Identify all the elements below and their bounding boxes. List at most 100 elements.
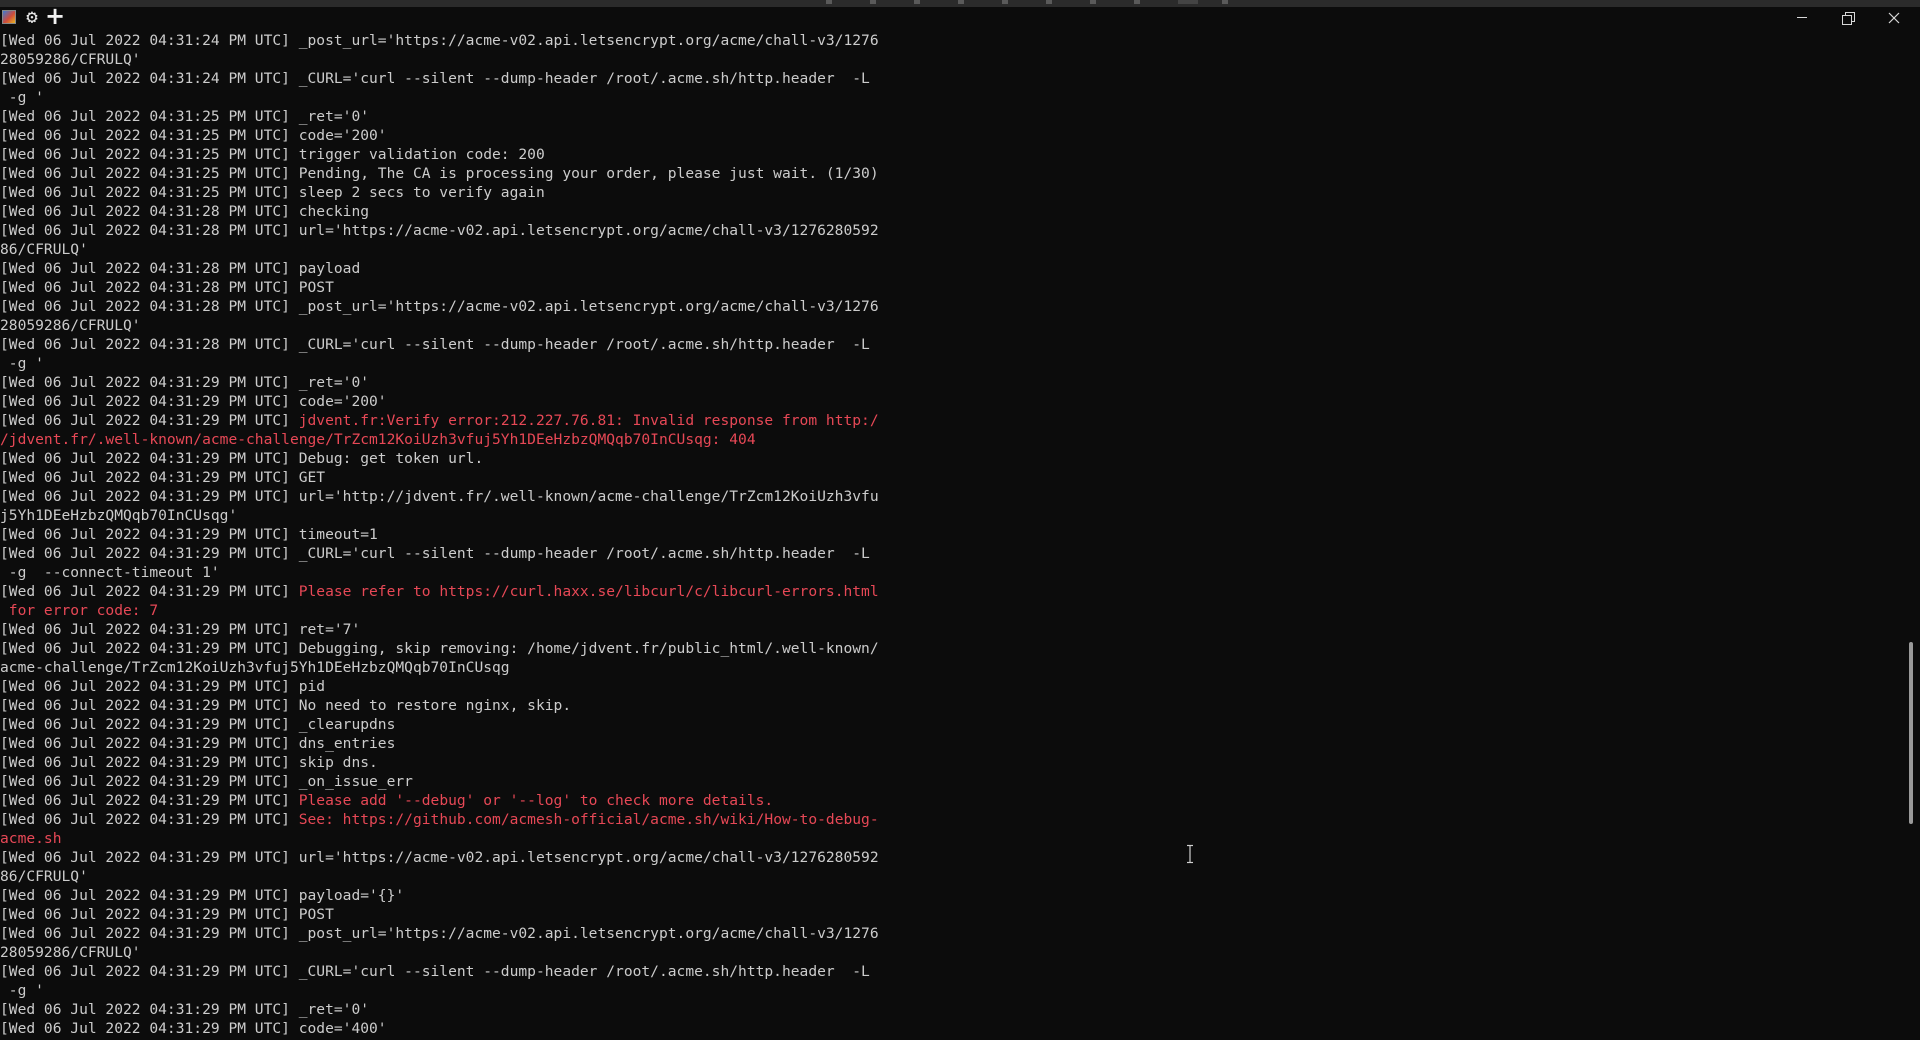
close-icon	[1888, 12, 1900, 24]
log-text: [Wed 06 Jul 2022 04:31:29 PM UTC] _on_is…	[0, 773, 413, 790]
terminal-line: 28059286/CFRULQ'	[0, 943, 1900, 962]
log-text: [Wed 06 Jul 2022 04:31:29 PM UTC] POST	[0, 906, 334, 923]
log-text: [Wed 06 Jul 2022 04:31:29 PM UTC] code='…	[0, 1020, 387, 1037]
terminal-line: [Wed 06 Jul 2022 04:31:25 PM UTC] Pendin…	[0, 164, 1900, 183]
terminal-line: -g '	[0, 354, 1900, 373]
terminal-line: [Wed 06 Jul 2022 04:31:29 PM UTC] _CURL=…	[0, 962, 1900, 981]
log-text: 86/CFRULQ'	[0, 868, 88, 885]
log-text: [Wed 06 Jul 2022 04:31:28 PM UTC] url='h…	[0, 222, 879, 239]
log-text: [Wed 06 Jul 2022 04:31:25 PM UTC] trigge…	[0, 146, 545, 163]
terminal-line: 28059286/CFRULQ'	[0, 50, 1900, 69]
terminal-line: [Wed 06 Jul 2022 04:31:29 PM UTC] GET	[0, 468, 1900, 487]
log-text: 28059286/CFRULQ'	[0, 51, 141, 68]
terminal-line: [Wed 06 Jul 2022 04:31:28 PM UTC] payloa…	[0, 259, 1900, 278]
log-text: [Wed 06 Jul 2022 04:31:29 PM UTC] _CURL=…	[0, 545, 870, 562]
log-timestamp: [Wed 06 Jul 2022 04:31:29 PM UTC]	[0, 811, 299, 828]
strip-mark	[1090, 0, 1096, 4]
log-text: [Wed 06 Jul 2022 04:31:25 PM UTC] sleep …	[0, 184, 545, 201]
log-text: [Wed 06 Jul 2022 04:31:29 PM UTC] code='…	[0, 393, 387, 410]
log-text: -g --connect-timeout 1'	[0, 564, 220, 581]
log-text: -g '	[0, 982, 44, 999]
terminal-output[interactable]: [Wed 06 Jul 2022 04:31:24 PM UTC] _post_…	[0, 31, 1900, 1040]
log-text: [Wed 06 Jul 2022 04:31:29 PM UTC] _clear…	[0, 716, 396, 733]
terminal-line: acme.sh	[0, 829, 1900, 848]
log-text: jdvent.fr:Verify error:212.227.76.81: In…	[298, 412, 879, 429]
terminal-line: [Wed 06 Jul 2022 04:31:29 PM UTC] ret='7…	[0, 620, 1900, 639]
log-text: [Wed 06 Jul 2022 04:31:29 PM UTC] timeou…	[0, 526, 378, 543]
maximize-button[interactable]	[1826, 7, 1870, 29]
terminal-line: [Wed 06 Jul 2022 04:31:29 PM UTC] Debug:…	[0, 449, 1900, 468]
terminal-line: [Wed 06 Jul 2022 04:31:29 PM UTC] _ret='…	[0, 373, 1900, 392]
strip-mark	[914, 0, 920, 4]
top-window-strip	[0, 0, 1920, 7]
plus-icon[interactable]: +	[44, 4, 66, 28]
terminal-line: [Wed 06 Jul 2022 04:31:29 PM UTC] pid	[0, 677, 1900, 696]
terminal-app-icon[interactable]	[2, 10, 16, 24]
strip-mark	[1178, 0, 1198, 4]
terminal-line: -g '	[0, 981, 1900, 1000]
terminal-line: [Wed 06 Jul 2022 04:31:28 PM UTC] checki…	[0, 202, 1900, 221]
minimize-button[interactable]	[1780, 7, 1824, 29]
log-text: [Wed 06 Jul 2022 04:31:28 PM UTC] checki…	[0, 203, 370, 220]
log-text: 86/CFRULQ'	[0, 241, 88, 258]
terminal-line: [Wed 06 Jul 2022 04:31:28 PM UTC] _post_…	[0, 297, 1900, 316]
strip-mark	[958, 0, 964, 4]
terminal-line: [Wed 06 Jul 2022 04:31:29 PM UTC] skip d…	[0, 753, 1900, 772]
log-text: [Wed 06 Jul 2022 04:31:29 PM UTC] Debugg…	[0, 640, 879, 657]
terminal-line: for error code: 7	[0, 601, 1900, 620]
log-text: -g '	[0, 89, 44, 106]
terminal-line: [Wed 06 Jul 2022 04:31:29 PM UTC] url='h…	[0, 487, 1900, 506]
terminal-line: [Wed 06 Jul 2022 04:31:29 PM UTC] code='…	[0, 1019, 1900, 1038]
strip-mark	[870, 0, 876, 4]
terminal-line: [Wed 06 Jul 2022 04:31:29 PM UTC] code='…	[0, 392, 1900, 411]
log-text: [Wed 06 Jul 2022 04:31:29 PM UTC] _ret='…	[0, 374, 370, 391]
log-text: [Wed 06 Jul 2022 04:31:29 PM UTC] _post_…	[0, 925, 879, 942]
title-bar: ⚙ +	[0, 4, 1920, 33]
strip-mark	[1002, 0, 1008, 4]
terminal-line: [Wed 06 Jul 2022 04:31:29 PM UTC] _ret='…	[0, 1000, 1900, 1019]
terminal-line: 86/CFRULQ'	[0, 240, 1900, 259]
log-text: [Wed 06 Jul 2022 04:31:25 PM UTC] Pendin…	[0, 165, 879, 182]
terminal-line: [Wed 06 Jul 2022 04:31:29 PM UTC] timeou…	[0, 525, 1900, 544]
log-text: [Wed 06 Jul 2022 04:31:29 PM UTC] pid	[0, 678, 326, 695]
log-text: Please refer to https://curl.haxx.se/lib…	[298, 583, 879, 600]
terminal-line: [Wed 06 Jul 2022 04:31:25 PM UTC] _ret='…	[0, 107, 1900, 126]
log-text: [Wed 06 Jul 2022 04:31:25 PM UTC] code='…	[0, 127, 387, 144]
text-cursor-icon	[1187, 844, 1193, 864]
log-text: 28059286/CFRULQ'	[0, 317, 141, 334]
strip-mark	[1046, 0, 1052, 4]
log-text: /jdvent.fr/.well-known/acme-challenge/Tr…	[0, 431, 756, 448]
log-text: [Wed 06 Jul 2022 04:31:29 PM UTC] _CURL=…	[0, 963, 870, 980]
log-timestamp: [Wed 06 Jul 2022 04:31:29 PM UTC]	[0, 583, 299, 600]
terminal-line: 86/CFRULQ'	[0, 867, 1900, 886]
terminal-line: [Wed 06 Jul 2022 04:31:29 PM UTC] dns_en…	[0, 734, 1900, 753]
gear-icon[interactable]: ⚙	[22, 7, 42, 27]
terminal-line: acme-challenge/TrZcm12KoiUzh3vfuj5Yh1DEe…	[0, 658, 1900, 677]
terminal-line: 28059286/CFRULQ'	[0, 316, 1900, 335]
terminal-line: [Wed 06 Jul 2022 04:31:25 PM UTC] sleep …	[0, 183, 1900, 202]
log-text: [Wed 06 Jul 2022 04:31:28 PM UTC] _post_…	[0, 298, 879, 315]
terminal-line: [Wed 06 Jul 2022 04:31:25 PM UTC] trigge…	[0, 145, 1900, 164]
close-button[interactable]	[1872, 7, 1916, 29]
log-text: [Wed 06 Jul 2022 04:31:28 PM UTC] payloa…	[0, 260, 361, 277]
terminal-line: [Wed 06 Jul 2022 04:31:29 PM UTC] url='h…	[0, 848, 1900, 867]
terminal-line: [Wed 06 Jul 2022 04:31:29 PM UTC] Debugg…	[0, 639, 1900, 658]
log-text: [Wed 06 Jul 2022 04:31:29 PM UTC] ret='7…	[0, 621, 361, 638]
log-text: [Wed 06 Jul 2022 04:31:29 PM UTC] _ret='…	[0, 1001, 370, 1018]
log-text: [Wed 06 Jul 2022 04:31:29 PM UTC] skip d…	[0, 754, 378, 771]
terminal-line: [Wed 06 Jul 2022 04:31:29 PM UTC] jdvent…	[0, 411, 1900, 430]
terminal-line: [Wed 06 Jul 2022 04:31:28 PM UTC] _CURL=…	[0, 335, 1900, 354]
log-text: 28059286/CFRULQ'	[0, 944, 141, 961]
terminal-line: -g '	[0, 88, 1900, 107]
scrollbar-track[interactable]	[1906, 31, 1914, 1040]
log-text: [Wed 06 Jul 2022 04:31:29 PM UTC] url='h…	[0, 849, 879, 866]
log-text: [Wed 06 Jul 2022 04:31:25 PM UTC] _ret='…	[0, 108, 370, 125]
log-text: for error code: 7	[0, 602, 159, 619]
log-text: [Wed 06 Jul 2022 04:31:29 PM UTC] dns_en…	[0, 735, 396, 752]
terminal-line: [Wed 06 Jul 2022 04:31:28 PM UTC] url='h…	[0, 221, 1900, 240]
terminal-line: [Wed 06 Jul 2022 04:31:29 PM UTC] _on_is…	[0, 772, 1900, 791]
log-text: [Wed 06 Jul 2022 04:31:28 PM UTC] POST	[0, 279, 334, 296]
scrollbar-thumb[interactable]	[1909, 642, 1913, 824]
log-text: -g '	[0, 355, 44, 372]
strip-mark	[1134, 0, 1140, 4]
